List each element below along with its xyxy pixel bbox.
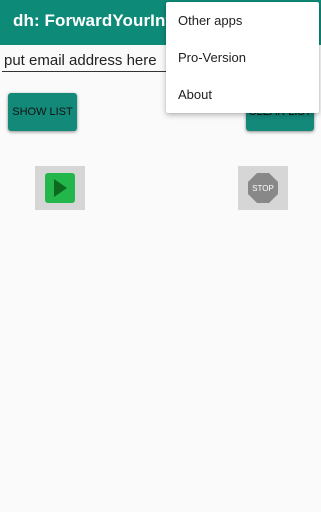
play-icon (45, 173, 75, 203)
stop-button[interactable]: STOP (238, 166, 288, 210)
show-list-button[interactable]: SHOW LIST (8, 93, 77, 131)
menu-item-pro-version[interactable]: Pro-Version (166, 39, 319, 76)
menu-item-other-apps[interactable]: Other apps (166, 2, 319, 39)
overflow-menu: Other apps Pro-Version About (166, 2, 319, 113)
play-button[interactable] (35, 166, 85, 210)
stop-icon: STOP (248, 173, 278, 203)
menu-item-about[interactable]: About (166, 76, 319, 113)
stop-icon-label: STOP (252, 183, 274, 193)
